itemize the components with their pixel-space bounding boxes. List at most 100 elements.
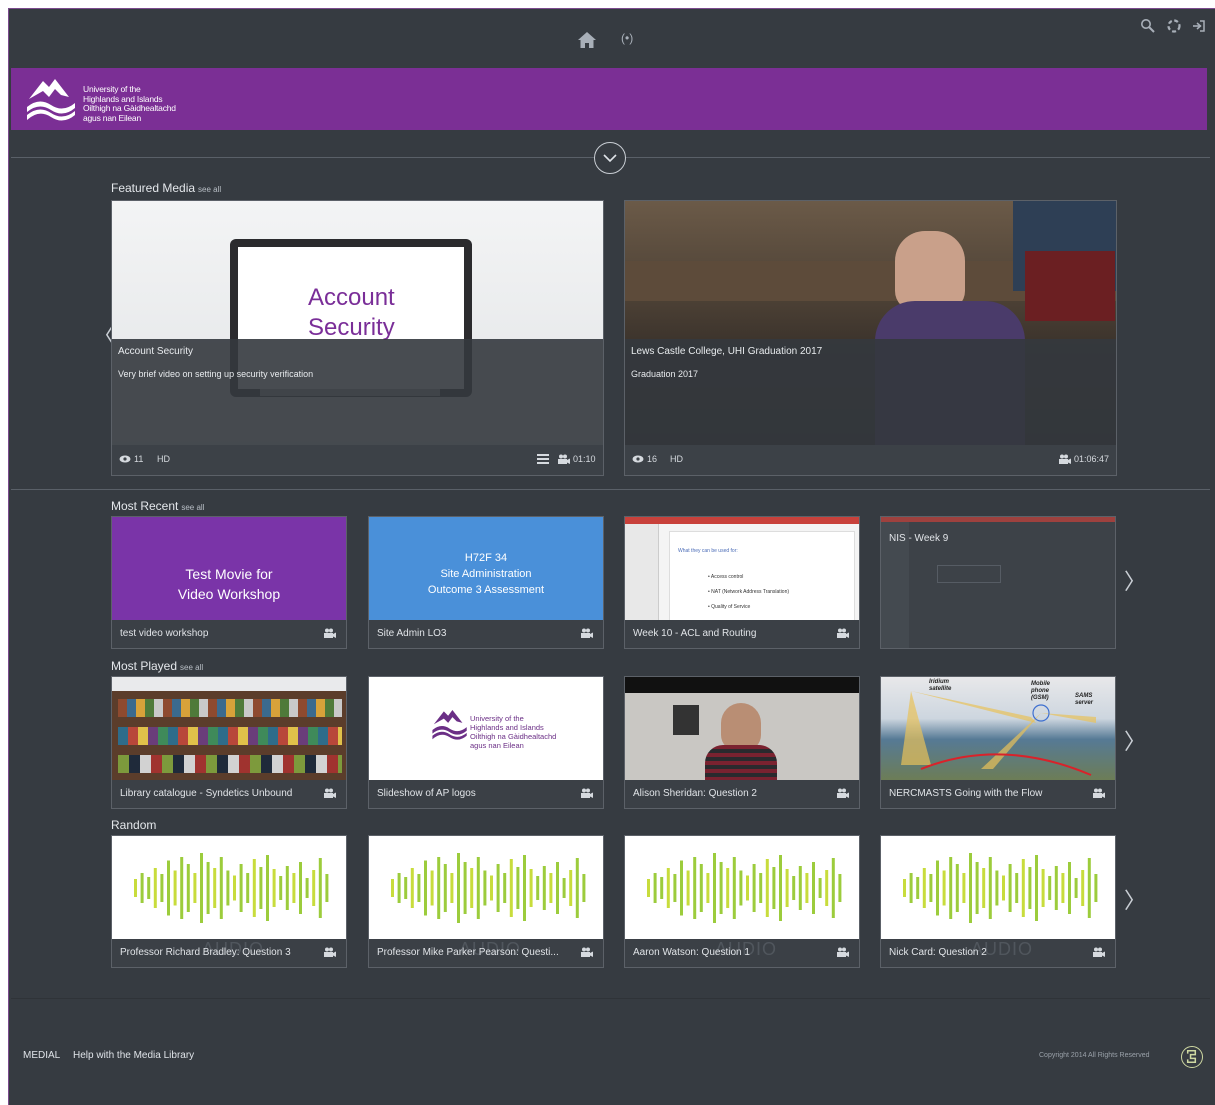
waveform-bar	[988, 857, 992, 919]
waveform-bar	[779, 855, 782, 921]
waveform-bar	[424, 860, 427, 916]
waveform-bar	[719, 862, 723, 914]
waveform-bar	[503, 873, 507, 903]
media-title: test video workshop	[120, 628, 209, 639]
media-description: Very brief video on setting up security …	[118, 369, 314, 379]
audio-waveform	[647, 853, 842, 923]
top-nav: (•)	[9, 9, 1215, 67]
featured-card[interactable]: Lews Castle College, UHI Graduation 2017…	[624, 200, 1117, 476]
logo-line: University of the	[470, 714, 524, 723]
medial-logo-icon[interactable]	[1181, 1046, 1203, 1068]
media-card[interactable]: H72F 34 Site Administration Outcome 3 As…	[368, 516, 604, 649]
media-title: Site Admin LO3	[377, 628, 447, 639]
video-camera-icon	[1059, 454, 1071, 464]
carousel-next-arrow[interactable]: 〉	[1124, 571, 1146, 593]
waveform-bar	[1054, 866, 1058, 910]
media-title: Alison Sheridan: Question 2	[633, 788, 757, 799]
logout-icon[interactable]	[1191, 18, 1207, 34]
thumb-line: Account	[308, 284, 395, 311]
live-broadcast-icon[interactable]: (•)	[621, 31, 643, 49]
media-title: Account Security	[118, 346, 194, 357]
map-label: SAMS server	[1075, 693, 1094, 706]
chapters-icon[interactable]	[537, 454, 549, 464]
waveform-bar	[147, 877, 151, 899]
see-all-link[interactable]: see all	[198, 185, 221, 194]
waveform-bar	[167, 860, 170, 916]
media-card[interactable]: Iridium satellite Mobile phone (GSM) SAM…	[880, 676, 1116, 809]
media-card[interactable]: NIS - Week 9	[880, 516, 1116, 649]
media-card[interactable]: Test Movie for Video Workshop test video…	[111, 516, 347, 649]
waveform-bar	[942, 870, 946, 906]
divider	[11, 998, 1210, 999]
media-card[interactable]: AUDIO Professor Mike Parker Pearson: Que…	[368, 835, 604, 968]
card-caption-bar: NERCMASTS Going with the Flow	[881, 780, 1115, 808]
card-caption-bar: Alison Sheridan: Question 2	[625, 780, 859, 808]
slide-bullet-text: Access control	[710, 574, 744, 580]
media-card[interactable]: AUDIO Nick Card: Question 2	[880, 835, 1116, 968]
carousel-next-arrow[interactable]: 〉	[1124, 731, 1146, 753]
waveform-bar	[792, 876, 796, 900]
media-title: Lews Castle College, UHI Graduation 2017	[631, 346, 823, 357]
most-recent-section-title: Most Recent see all	[111, 499, 204, 513]
eye-icon	[632, 455, 644, 463]
random-section-title: Random	[111, 818, 156, 832]
thumbnail	[625, 677, 859, 781]
waveform-bar	[1041, 869, 1045, 907]
university-logo[interactable]	[25, 75, 81, 125]
waveform-bar	[798, 866, 802, 910]
waveform-bar	[1035, 855, 1038, 921]
waveform-bar	[1002, 875, 1005, 901]
media-title: Library catalogue - Syndetics Unbound	[120, 788, 293, 799]
waveform-bar	[575, 858, 579, 918]
media-card[interactable]: What they can be used for: • Access cont…	[624, 516, 860, 649]
university-logo	[432, 710, 467, 740]
logo-text: University of the Highlands and Islands …	[470, 714, 556, 750]
medial-link[interactable]: MEDIAL	[23, 1050, 60, 1061]
waveform-bar	[509, 859, 513, 917]
help-link[interactable]: Help with the Media Library	[73, 1050, 194, 1061]
media-card[interactable]: University of the Highlands and Islands …	[368, 676, 604, 809]
waveform-bar	[686, 870, 690, 906]
media-card[interactable]: Alison Sheridan: Question 2	[624, 676, 860, 809]
book-shelf	[118, 727, 342, 745]
thumbnail: What they can be used for: • Access cont…	[625, 517, 859, 621]
copyright-text: Copyright 2014 All Rights Reserved	[1039, 1052, 1150, 1059]
home-icon[interactable]	[577, 30, 597, 50]
see-all-link[interactable]: see all	[180, 663, 203, 672]
see-all-link[interactable]: see all	[181, 503, 204, 512]
featured-card[interactable]: Account Security Account Security Very b…	[111, 200, 604, 476]
media-card[interactable]: AUDIO Aaron Watson: Question 1	[624, 835, 860, 968]
waveform-bar	[916, 877, 920, 899]
waveform-bar	[1081, 870, 1085, 906]
collapse-button[interactable]	[594, 142, 626, 174]
logo-line: Oilthigh na Gàidhealtachd	[470, 732, 557, 741]
medial-mark-icon	[1186, 1050, 1197, 1063]
waveform-bar	[226, 870, 230, 906]
waveform-bar	[325, 874, 329, 902]
waveform-bar	[1068, 862, 1071, 914]
waveform-bar	[160, 874, 164, 902]
waveform-bar	[397, 873, 401, 903]
carousel-next-arrow[interactable]: 〉	[1124, 890, 1146, 912]
waveform-bar	[831, 858, 835, 918]
waveform-bar	[483, 870, 487, 906]
media-title: Aaron Watson: Question 1	[633, 947, 750, 958]
letterbox	[625, 677, 859, 693]
waveform-bar	[404, 877, 408, 899]
media-card[interactable]: Library catalogue - Syndetics Unbound	[111, 676, 347, 809]
media-card[interactable]: AUDIO Professor Richard Bradley: Questio…	[111, 835, 347, 968]
thumb-line: Outcome 3 Assessment	[427, 584, 545, 596]
thumbnail	[625, 836, 859, 940]
waveform-bar	[1061, 873, 1065, 903]
waveform-bar	[680, 860, 683, 916]
waveform-bar	[562, 878, 566, 898]
search-icon[interactable]	[1140, 18, 1156, 34]
browser-bar	[112, 677, 346, 691]
help-icon[interactable]	[1166, 18, 1182, 34]
thumbnail-text: Account Security	[308, 283, 395, 343]
face-illustration	[721, 703, 761, 751]
logo-line: agus nan Eilean	[470, 741, 524, 750]
waveform-bar	[457, 853, 460, 923]
audio-waveform	[903, 853, 1098, 923]
video-camera-icon	[324, 788, 336, 798]
